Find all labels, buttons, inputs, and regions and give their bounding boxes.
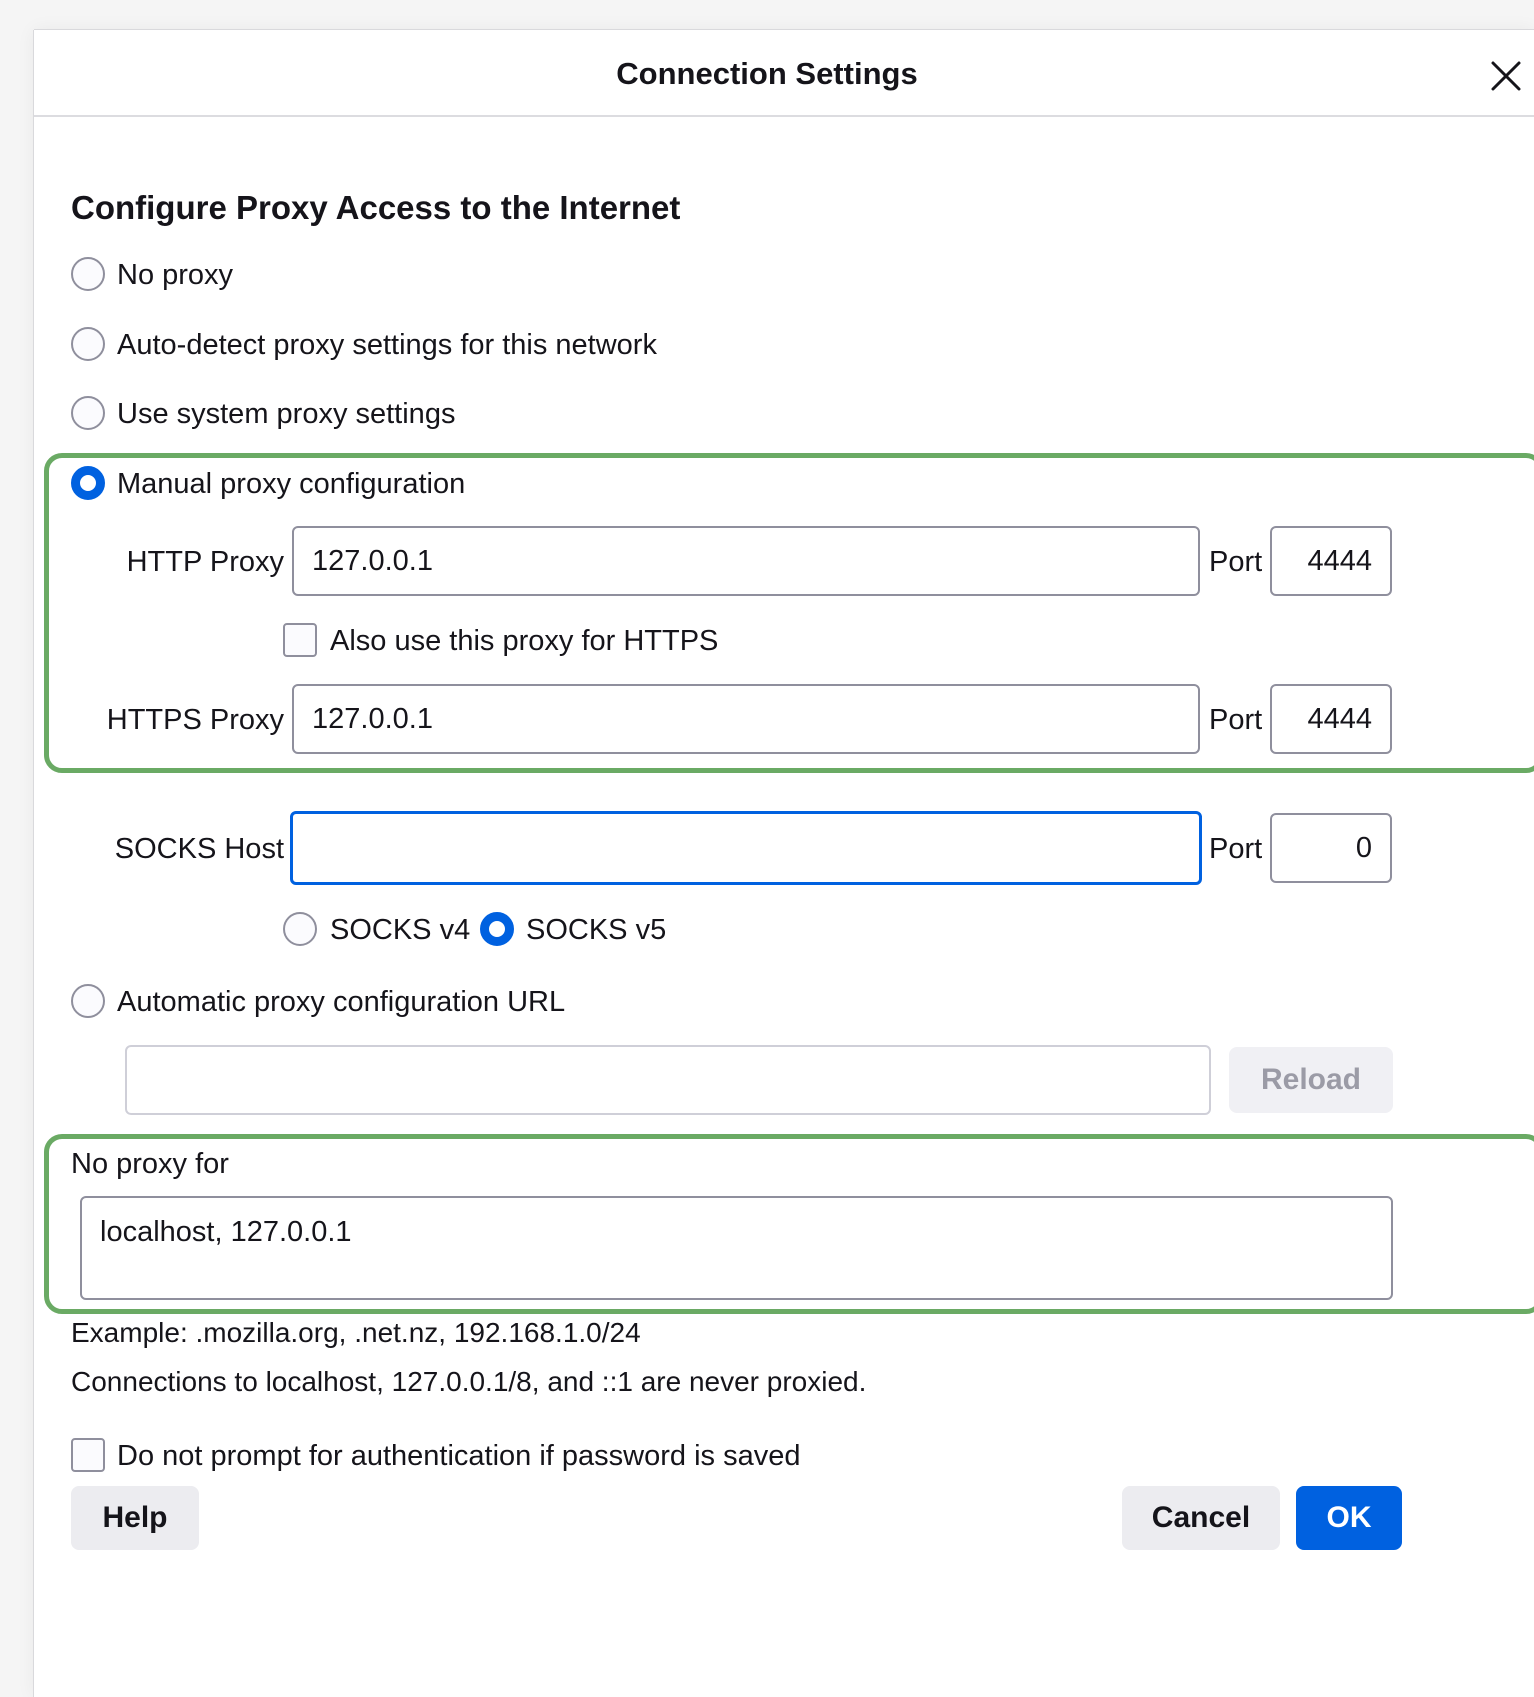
http-proxy-label: HTTP Proxy — [126, 546, 284, 578]
dialog-titlebar: Connection Settings — [34, 30, 1534, 117]
https-port-label: Port — [1209, 704, 1263, 736]
no-proxy-for-label: No proxy for — [71, 1148, 229, 1180]
radio-no-proxy-label[interactable]: No proxy — [117, 257, 233, 293]
reload-button[interactable]: Reload — [1229, 1047, 1393, 1113]
socks-host-input[interactable] — [290, 811, 1202, 885]
connection-settings-dialog: Connection Settings Configure Proxy Acce… — [34, 30, 1534, 1697]
radio-manual-proxy[interactable] — [71, 466, 105, 500]
radio-no-proxy[interactable] — [71, 257, 105, 291]
close-icon[interactable] — [1486, 56, 1526, 96]
also-https-checkbox[interactable] — [283, 623, 317, 657]
radio-socks-v5-label[interactable]: SOCKS v5 — [526, 912, 666, 948]
radio-auto-detect[interactable] — [71, 327, 105, 361]
no-proxy-for-textarea[interactable]: localhost, 127.0.0.1 — [80, 1196, 1393, 1300]
auth-prompt-checkbox[interactable] — [71, 1438, 105, 1472]
no-proxy-example: Example: .mozilla.org, .net.nz, 192.168.… — [71, 1317, 641, 1348]
https-proxy-input[interactable]: 127.0.0.1 — [292, 684, 1200, 754]
radio-auto-config-url-label[interactable]: Automatic proxy configuration URL — [117, 984, 565, 1020]
socks-port-input[interactable]: 0 — [1270, 813, 1392, 883]
http-proxy-input[interactable]: 127.0.0.1 — [292, 526, 1200, 596]
radio-socks-v4-label[interactable]: SOCKS v4 — [330, 912, 470, 948]
radio-auto-config-url[interactable] — [71, 984, 105, 1018]
radio-socks-v5[interactable] — [480, 912, 514, 946]
also-https-label[interactable]: Also use this proxy for HTTPS — [330, 623, 718, 659]
auto-config-url-input[interactable] — [125, 1045, 1211, 1115]
ok-button[interactable]: OK — [1296, 1486, 1402, 1550]
auth-prompt-label[interactable]: Do not prompt for authentication if pass… — [117, 1438, 800, 1474]
radio-system-proxy-label[interactable]: Use system proxy settings — [117, 396, 455, 432]
socks-port-label: Port — [1209, 833, 1263, 865]
radio-manual-proxy-label[interactable]: Manual proxy configuration — [117, 466, 465, 502]
cancel-button[interactable]: Cancel — [1122, 1486, 1280, 1550]
http-port-input[interactable]: 4444 — [1270, 526, 1392, 596]
radio-socks-v4[interactable] — [283, 912, 317, 946]
http-port-label: Port — [1209, 546, 1263, 578]
https-proxy-label: HTTPS Proxy — [106, 704, 284, 736]
https-port-input[interactable]: 4444 — [1270, 684, 1392, 754]
dialog-title: Connection Settings — [616, 56, 918, 91]
help-button[interactable]: Help — [71, 1486, 199, 1550]
never-proxied-note: Connections to localhost, 127.0.0.1/8, a… — [71, 1366, 867, 1397]
radio-auto-detect-label[interactable]: Auto-detect proxy settings for this netw… — [117, 327, 657, 363]
section-heading: Configure Proxy Access to the Internet — [71, 189, 681, 226]
socks-host-label: SOCKS Host — [114, 833, 284, 865]
radio-system-proxy[interactable] — [71, 396, 105, 430]
